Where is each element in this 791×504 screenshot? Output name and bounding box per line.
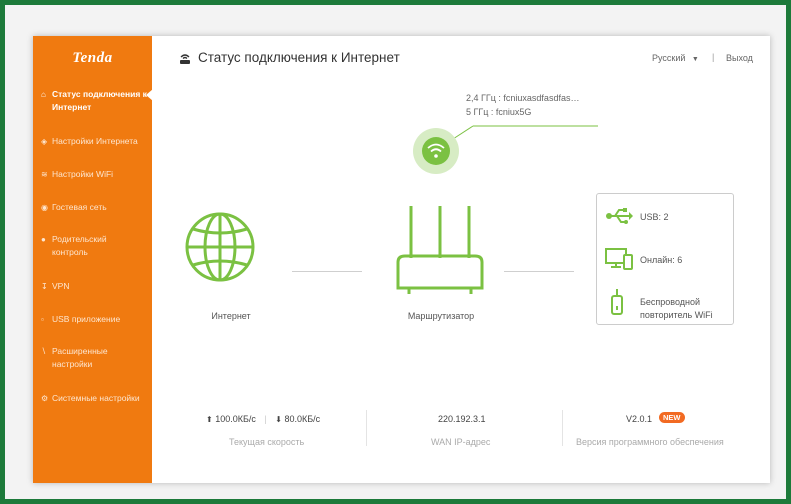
current-speed-values: ⬆ 100.0КБ/с | ⬇ 80.0КБ/с <box>206 414 320 424</box>
upload-arrow-icon: ⬆ <box>206 415 213 424</box>
devices-panel: USB: 2 Онлайн: 6 Беспроводной повторител… <box>596 193 734 325</box>
new-firmware-badge[interactable]: NEW <box>659 412 685 423</box>
online-count-row[interactable]: Онлайн: 6 <box>640 254 682 267</box>
upload-speed: 100.0КБ/с <box>215 414 256 424</box>
globe-icon <box>185 212 255 282</box>
usb-count: 2 <box>663 212 669 222</box>
wifi-status-icon[interactable] <box>413 128 459 174</box>
router-devices-connector <box>504 271 574 272</box>
download-speed: 80.0КБ/с <box>284 414 321 424</box>
page-frame: Tenda ⌂ Статус подключения к Интернет ◈ … <box>5 5 786 499</box>
internet-router-connector <box>292 271 362 272</box>
download-arrow-icon: ⬇ <box>275 415 282 424</box>
usb-count-row[interactable]: USB: 2 <box>640 211 669 224</box>
stats-divider <box>366 410 367 446</box>
usb-icon <box>606 208 633 224</box>
repeater-label[interactable]: Беспроводной повторитель WiFi <box>640 296 713 322</box>
current-speed-label: Текущая скорость <box>229 437 305 447</box>
online-count: 6 <box>677 255 683 265</box>
internet-label: Интернет <box>211 311 251 321</box>
online-devices-icon <box>605 248 633 270</box>
firmware-label: Версия программного обеспечения <box>576 437 724 447</box>
router-icon <box>396 206 484 294</box>
speed-divider: | <box>264 414 267 424</box>
repeater-icon <box>611 289 623 315</box>
stats-divider <box>562 410 563 446</box>
wan-ip-label: WAN IP-адрес <box>431 437 491 447</box>
router-label: Маршрутизатор <box>407 311 475 321</box>
firmware-version: V2.0.1 <box>626 414 653 424</box>
wan-ip-value: 220.192.3.1 <box>438 414 486 424</box>
router-admin-window: Tenda ⌂ Статус подключения к Интернет ◈ … <box>33 36 770 483</box>
